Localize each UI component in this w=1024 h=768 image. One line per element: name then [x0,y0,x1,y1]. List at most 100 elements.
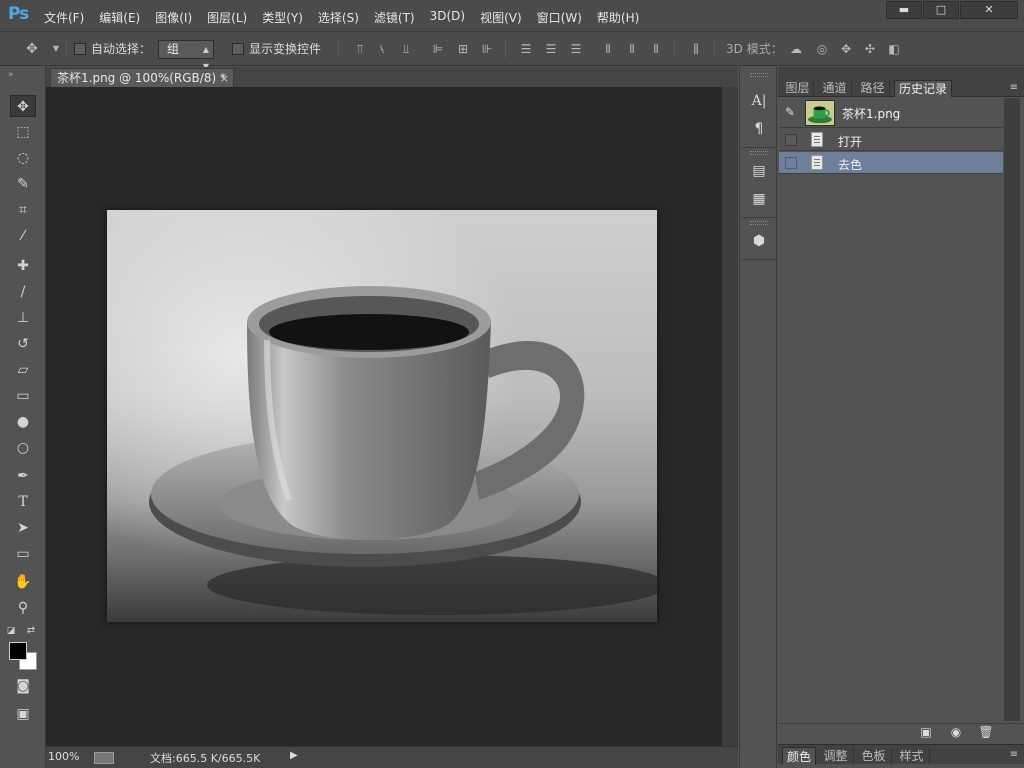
move-tool-preset-icon[interactable]: ✥ [24,42,40,56]
distribute-bottom-icon[interactable]: ☰ [568,42,584,56]
quick-select-icon[interactable]: ✎ [10,173,36,195]
chevron-down-icon[interactable]: ▼ [48,42,64,56]
3d-roll-icon[interactable]: ◎ [814,42,830,56]
distribute-left-icon[interactable]: ⫴ [600,42,616,56]
menu-type[interactable]: 类型(Y) [262,9,303,26]
menu-layer[interactable]: 图层(L) [207,9,247,26]
dodge-icon[interactable]: ○ [10,437,36,459]
history-item-desaturate[interactable]: 去色 [779,152,1003,174]
align-bottom-icon[interactable]: ⫫ [398,42,414,56]
align-vcenter-icon[interactable]: ⧷ [374,42,390,56]
tab-styles[interactable]: 样式 [894,747,930,765]
tab-color[interactable]: 颜色 [782,747,816,765]
foreground-color-swatch[interactable] [9,642,27,660]
dock-grip[interactable] [750,221,768,225]
align-right-icon[interactable]: ⊪ [479,42,495,56]
screen-mode-icon[interactable]: ▣ [10,703,36,725]
history-brush-source-checkbox[interactable] [785,157,797,169]
stamp-icon[interactable]: ⊥ [10,307,36,329]
divider [505,40,506,58]
dock-grip[interactable] [750,151,768,155]
distribute-hcenter-icon[interactable]: ⫴ [624,42,640,56]
vertical-scrollbar[interactable] [722,87,738,746]
align-top-icon[interactable]: ⫪ [352,42,368,56]
tab-adjustments[interactable]: 调整 [818,747,854,765]
menu-file[interactable]: 文件(F) [44,9,84,26]
document-tab[interactable]: 茶杯1.png @ 100%(RGB/8) * × [50,68,234,87]
panel-menu-icon[interactable]: ≡ [1010,749,1018,760]
3d-rotate-icon[interactable]: ☁ [788,42,804,56]
menu-window[interactable]: 窗口(W) [537,9,582,26]
shape-icon[interactable]: ▭ [10,543,36,565]
3d-scale-icon[interactable]: ◧ [886,42,902,56]
proof-icon[interactable] [94,752,114,764]
menu-filter[interactable]: 滤镜(T) [374,9,415,26]
distribute-right-icon[interactable]: ⫴ [648,42,664,56]
type-icon[interactable]: T [10,491,36,513]
panel-menu-icon[interactable]: ≡ [1010,82,1018,93]
tab-layers[interactable]: 图层 [782,80,814,97]
panel-grip[interactable] [778,67,1024,79]
menu-image[interactable]: 图像(I) [155,9,192,26]
character-icon[interactable]: A| [746,89,772,113]
path-select-icon[interactable]: ➤ [10,517,36,539]
auto-select-checkbox[interactable]: 自动选择： [74,40,151,58]
zoom-level[interactable]: 100% [48,750,79,763]
close-button[interactable]: ✕ [960,1,1018,19]
3d-pan-icon[interactable]: ✥ [838,42,854,56]
3d-slide-icon[interactable]: ✣ [862,42,878,56]
default-colors-icon[interactable]: ◪ [4,620,18,642]
note-icon[interactable]: ▤ [746,159,772,183]
menu-3d[interactable]: 3D(D) [430,9,465,26]
menu-help[interactable]: 帮助(H) [597,9,639,26]
marquee-icon[interactable]: ⬚ [10,121,36,143]
tab-paths[interactable]: 路径 [856,80,890,97]
trash-icon[interactable]: 🗑 [978,725,994,741]
3d-box-icon[interactable]: ⬢ [746,229,772,253]
tab-history[interactable]: 历史记录 [894,80,952,97]
healing-icon[interactable]: ✚ [10,255,36,277]
crop-icon[interactable]: ⌗ [10,199,36,221]
show-transform-checkbox[interactable]: 显示变换控件 [232,40,321,58]
history-brush-icon[interactable]: ↺ [10,333,36,355]
comment-icon[interactable]: ▦ [746,187,772,211]
move-icon[interactable]: ✥ [10,95,36,117]
quick-mask-icon[interactable]: ◙ [10,675,36,697]
tab-channels[interactable]: 通道 [818,80,852,97]
eyedropper-icon[interactable]: ⁄ [10,225,36,247]
align-hcenter-icon[interactable]: ⊞ [455,42,471,56]
distribute-vcenter-icon[interactable]: ☰ [543,42,559,56]
new-document-from-state-icon[interactable]: ▣ [918,725,934,741]
menu-edit[interactable]: 编辑(E) [99,9,140,26]
gradient-icon[interactable]: ▭ [10,385,36,407]
brush-icon[interactable]: ∕ [10,281,36,303]
menu-select[interactable]: 选择(S) [318,9,359,26]
paragraph-icon[interactable]: ¶ [746,117,772,141]
history-item-open[interactable]: 打开 [779,129,1003,151]
zoom-icon[interactable]: ⚲ [10,597,36,619]
group-select[interactable]: 组 ▲▼ [158,40,214,71]
pen-icon[interactable]: ✒ [10,465,36,487]
minimize-button[interactable]: ▬ [886,1,922,19]
dock-grip[interactable] [750,73,768,77]
history-brush-source-icon[interactable]: ✎ [785,105,795,119]
close-icon[interactable]: × [220,69,229,88]
maximize-button[interactable]: □ [923,1,959,19]
tab-swatches[interactable]: 色板 [856,747,892,765]
eraser-icon[interactable]: ▱ [10,359,36,381]
camera-icon[interactable]: ◉ [948,725,964,741]
lasso-icon[interactable]: ◌ [10,147,36,169]
auto-align-icon[interactable]: ⫼ [688,42,704,56]
distribute-top-icon[interactable]: ☰ [518,42,534,56]
menu-view[interactable]: 视图(V) [480,9,522,26]
history-snapshot[interactable]: ✎ 茶杯1.png [779,98,1003,128]
history-scrollbar[interactable] [1004,98,1020,721]
history-brush-source-checkbox[interactable] [785,134,797,146]
swap-colors-icon[interactable]: ⇄ [24,620,38,642]
canvas-image[interactable] [107,210,657,622]
panel-collapse-icon[interactable]: » [8,70,14,80]
align-left-icon[interactable]: ⊫ [430,42,446,56]
status-menu-arrow-icon[interactable]: ▶ [290,750,298,761]
hand-icon[interactable]: ✋ [10,571,36,593]
blur-icon[interactable]: ● [10,411,36,433]
